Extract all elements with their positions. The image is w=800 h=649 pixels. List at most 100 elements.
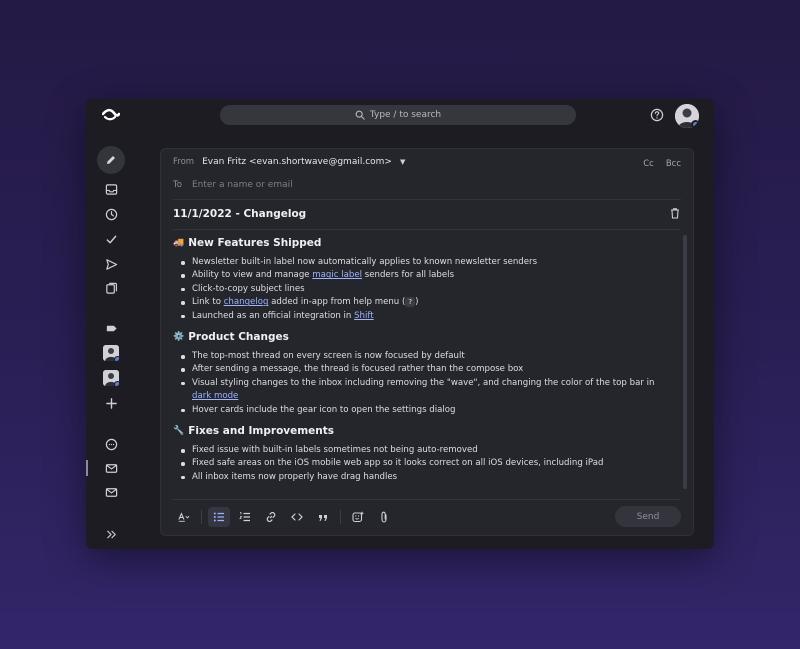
list-item: Click-to-copy subject lines bbox=[181, 283, 673, 296]
list-item-text: ) bbox=[415, 297, 419, 308]
search-bar[interactable]: Type / to search bbox=[220, 105, 576, 125]
search-placeholder: Type / to search bbox=[369, 110, 442, 120]
list-item-text: The top-most thread on every screen is n… bbox=[192, 351, 465, 362]
list-item: Ability to view and manage magic label s… bbox=[181, 269, 673, 282]
sidebar-item-sent[interactable] bbox=[103, 256, 119, 272]
section-emoji: ⚙️ bbox=[173, 332, 185, 343]
list-item-text: Hover cards include the gear icon to ope… bbox=[192, 404, 456, 415]
toolbar-separator bbox=[201, 510, 202, 524]
numbered-list-icon bbox=[239, 512, 250, 522]
sidebar bbox=[86, 133, 136, 549]
sidebar-item-mail-2[interactable] bbox=[103, 484, 119, 500]
chat-icon bbox=[105, 438, 117, 450]
link-button[interactable] bbox=[260, 507, 282, 527]
from-selector[interactable]: Evan Fritz <evan.shortwave@gmail.com> bbox=[202, 157, 392, 167]
user-avatar[interactable] bbox=[675, 104, 699, 128]
message-body[interactable]: 🚚 New Features Shipped Newsletter built-in… bbox=[173, 235, 673, 485]
divider bbox=[173, 199, 681, 200]
list-item: Launched as an official integration in S… bbox=[181, 310, 673, 323]
attach-button[interactable] bbox=[373, 507, 395, 527]
section-title: New Features Shipped bbox=[188, 237, 322, 249]
section-emoji: 🔧 bbox=[173, 426, 185, 437]
avatar-badge bbox=[691, 120, 699, 128]
active-indicator bbox=[86, 460, 88, 476]
sidebar-item-contact-2[interactable] bbox=[103, 370, 119, 386]
scrollbar[interactable] bbox=[683, 235, 687, 489]
bullet-list: Newsletter built-in label now automatica… bbox=[181, 256, 673, 323]
paperclip-icon bbox=[381, 511, 387, 523]
list-item: Fixed safe areas on the iOS mobile web a… bbox=[181, 457, 673, 470]
sidebar-item-drafts[interactable] bbox=[103, 280, 119, 296]
list-item: The top-most thread on every screen is n… bbox=[181, 350, 673, 363]
sidebar-item-chat[interactable] bbox=[103, 436, 119, 452]
code-button[interactable] bbox=[286, 507, 308, 527]
list-item-text: Link to bbox=[192, 297, 224, 308]
quote-icon bbox=[319, 515, 327, 521]
text-format-icon bbox=[178, 512, 190, 522]
to-input[interactable]: Enter a name or email bbox=[192, 180, 293, 190]
compose-window: From Evan Fritz <evan.shortwave@gmail.co… bbox=[160, 148, 694, 536]
check-icon bbox=[106, 235, 116, 243]
inline-link[interactable]: dark mode bbox=[192, 391, 238, 401]
sidebar-item-snoozed[interactable] bbox=[103, 206, 119, 222]
inline-link[interactable]: magic label bbox=[312, 270, 362, 280]
search-icon bbox=[355, 110, 365, 120]
list-item: Hover cards include the gear icon to ope… bbox=[181, 404, 673, 417]
sidebar-item-labels[interactable] bbox=[103, 320, 119, 336]
emoji-button[interactable] bbox=[347, 507, 369, 527]
cc-bcc-toggles: Cc Bcc bbox=[643, 159, 681, 169]
clock-icon bbox=[105, 208, 117, 220]
subject-input[interactable]: 11/1/2022 - Changelog bbox=[173, 208, 306, 220]
inline-link[interactable]: changelog bbox=[224, 297, 269, 307]
section-title: Product Changes bbox=[188, 331, 289, 344]
mail-icon bbox=[105, 487, 117, 497]
list-item-text: Fixed issue with built-in labels sometim… bbox=[192, 445, 478, 456]
app-window: Type / to search From Evan Fritz <evan.s… bbox=[86, 99, 714, 549]
numbered-list-button[interactable] bbox=[234, 507, 256, 527]
bulleted-list-icon bbox=[213, 512, 224, 522]
caret-down-icon[interactable]: ▼ bbox=[400, 158, 405, 166]
list-item: After sending a message, the thread is f… bbox=[181, 363, 673, 376]
divider bbox=[173, 499, 681, 500]
help-circle-icon[interactable] bbox=[650, 108, 664, 122]
inline-link[interactable]: Shift bbox=[354, 311, 374, 321]
sidebar-item-inbox[interactable] bbox=[103, 181, 119, 197]
list-item: Link to changelog added in-app from help… bbox=[181, 296, 673, 309]
code-icon bbox=[291, 513, 303, 521]
list-item-text: Newsletter built-in label now automatica… bbox=[192, 257, 538, 267]
bulleted-list-button[interactable] bbox=[208, 507, 230, 527]
from-row: From Evan Fritz <evan.shortwave@gmail.co… bbox=[173, 157, 405, 167]
list-item-text: added in-app from help menu ( bbox=[268, 297, 406, 308]
section-heading: ⚙️ Product Changes bbox=[173, 331, 673, 343]
top-bar: Type / to search bbox=[86, 99, 714, 133]
shortwave-logo-icon[interactable] bbox=[102, 108, 120, 122]
cc-button[interactable]: Cc bbox=[643, 159, 654, 169]
list-item-text: After sending a message, the thread is f… bbox=[192, 364, 524, 375]
list-item: Visual styling changes to the inbox incl… bbox=[181, 377, 673, 404]
sidebar-item-mail-1[interactable] bbox=[103, 460, 119, 476]
quote-button[interactable] bbox=[312, 507, 334, 527]
sidebar-item-contact-1[interactable] bbox=[103, 345, 119, 361]
sidebar-item-compose[interactable] bbox=[97, 146, 125, 174]
bcc-button[interactable]: Bcc bbox=[666, 159, 681, 169]
list-item-text: Click-to-copy subject lines bbox=[192, 283, 305, 294]
text-format-button[interactable] bbox=[173, 507, 195, 527]
trash-icon[interactable] bbox=[669, 207, 681, 219]
send-icon bbox=[105, 258, 117, 270]
list-item-text: senders for all labels bbox=[362, 270, 455, 281]
send-button[interactable]: Send bbox=[615, 506, 681, 527]
pencil-icon bbox=[107, 156, 115, 164]
plus-icon bbox=[105, 397, 117, 409]
section-heading: 🔧 Fixes and Improvements bbox=[173, 425, 673, 437]
section-emoji: 🚚 bbox=[173, 238, 185, 248]
emoji-add-icon bbox=[352, 511, 364, 523]
sidebar-item-done[interactable] bbox=[103, 231, 119, 247]
sidebar-item-expand[interactable] bbox=[103, 526, 119, 542]
sidebar-item-add[interactable] bbox=[103, 395, 119, 411]
divider bbox=[173, 229, 681, 230]
list-item: Fixed issue with built-in labels sometim… bbox=[181, 444, 673, 457]
link-icon bbox=[266, 511, 276, 523]
bullet-list: The top-most thread on every screen is n… bbox=[181, 350, 673, 417]
label-icon bbox=[106, 325, 117, 331]
to-row: To Enter a name or email bbox=[173, 180, 293, 190]
